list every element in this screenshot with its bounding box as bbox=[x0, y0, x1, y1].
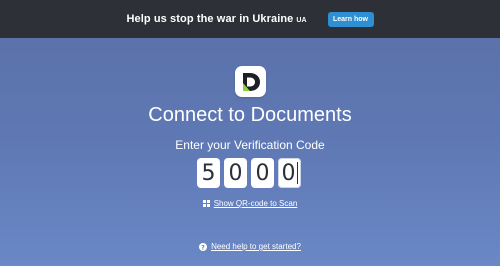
question-circle-icon: ? bbox=[199, 242, 208, 251]
need-help-link[interactable]: ? Need help to get started? bbox=[0, 242, 500, 251]
qr-grid-icon bbox=[202, 200, 210, 207]
code-digit-4[interactable]: 0 bbox=[278, 158, 301, 188]
learn-how-button[interactable]: Learn how bbox=[327, 11, 374, 27]
show-qr-code-link[interactable]: Show QR-code to Scan bbox=[0, 199, 500, 208]
banner-country-code: UA bbox=[296, 16, 307, 24]
code-digit-2[interactable]: 0 bbox=[224, 158, 247, 188]
code-digit-2-value: 0 bbox=[228, 160, 243, 186]
svg-text:?: ? bbox=[201, 244, 205, 251]
ukraine-banner: Help us stop the war in Ukraine UA Learn… bbox=[0, 0, 500, 38]
page-title: Connect to Documents bbox=[148, 104, 352, 126]
code-digit-1-value: 5 bbox=[201, 160, 216, 186]
code-digit-4-value: 0 bbox=[281, 160, 296, 186]
verification-subtitle: Enter your Verification Code bbox=[175, 138, 325, 152]
banner-text: Help us stop the war in Ukraine bbox=[126, 13, 294, 25]
code-digit-3-value: 0 bbox=[255, 160, 270, 186]
code-digit-1[interactable]: 5 bbox=[197, 158, 220, 188]
show-qr-code-label: Show QR-code to Scan bbox=[213, 199, 298, 208]
documents-d-logo-icon bbox=[242, 72, 260, 91]
verification-code-input[interactable]: 5 0 0 0 bbox=[197, 158, 301, 188]
code-digit-3[interactable]: 0 bbox=[251, 158, 274, 188]
documents-logo bbox=[235, 66, 266, 97]
need-help-label: Need help to get started? bbox=[211, 242, 301, 251]
text-cursor bbox=[296, 162, 298, 184]
